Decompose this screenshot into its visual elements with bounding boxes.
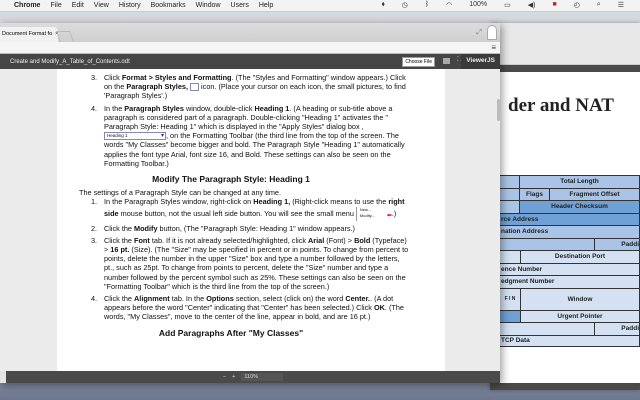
dropbox-icon[interactable]: ⬧ — [382, 1, 385, 9]
cell: Window — [521, 288, 640, 310]
menu-chrome[interactable]: Chrome — [14, 2, 40, 9]
clock-icon[interactable]: ◴ — [574, 1, 580, 9]
tab-document[interactable]: Document Format fo × — [0, 27, 58, 42]
list-item: 4. In the Paragraph Styles window, double… — [91, 104, 411, 168]
tab-bar: Document Format fo × ⤢ — [0, 23, 500, 42]
cell: TCP Data — [500, 335, 640, 346]
menu-help[interactable]: Help — [259, 2, 273, 9]
status-icons: ⬧ ◷ ᛒ ◠ 100% ▭ ◀) ■ ◴ ⌕ ☰ — [382, 1, 634, 9]
zoom-toolbar: − + 110% — [6, 371, 500, 383]
document-page: 3. Click Format > Styles and Formatting. … — [57, 69, 445, 371]
menu-view[interactable]: View — [94, 2, 109, 9]
battery-icon[interactable]: ▭ — [504, 1, 511, 9]
menubar: Chrome File Edit View History Bookmarks … — [0, 0, 640, 12]
list-item: 3. Click Format > Styles and Formatting. … — [91, 73, 406, 101]
new-tab-button[interactable] — [55, 31, 75, 42]
document-title: der and NAT — [508, 95, 614, 116]
paragraph-styles-icon — [190, 83, 200, 92]
time-machine-icon[interactable]: ◷ — [402, 1, 408, 9]
menu-edit[interactable]: Edit — [72, 2, 84, 9]
zoom-select[interactable]: 110% — [241, 373, 284, 381]
cell: Total Length — [520, 176, 640, 188]
cell: Header Checksum — [520, 201, 640, 213]
wifi-icon[interactable]: ◠ — [446, 1, 452, 9]
fullscreen-icon[interactable]: ⤢ — [476, 29, 482, 37]
menu-users[interactable]: Users — [231, 2, 249, 9]
cell: Flags — [520, 188, 550, 200]
cell: Paddi — [595, 238, 640, 250]
background-window-chrome — [490, 23, 640, 65]
profile-avatar[interactable] — [487, 25, 497, 40]
zoom-out-button[interactable]: − — [223, 374, 226, 380]
background-bottom-bar — [490, 383, 640, 390]
cell: Destination Port — [521, 251, 640, 263]
cell: rce Address — [500, 213, 640, 225]
list-item: 4. Click the Alignment tab. In the Option… — [91, 294, 404, 322]
presentation-icon[interactable] — [443, 58, 450, 64]
tcp-ip-header-table: Total Length Flags Fragment Offset Header… — [500, 175, 640, 347]
list-item: 2. Click the Modify button, (The "Paragra… — [91, 223, 355, 233]
intro-text: The settings of a Paragraph Style can be… — [79, 188, 282, 198]
spotlight-icon[interactable]: ⌕ — [597, 1, 601, 9]
viewer-toolbar: Create and Modify_A_Table_of_Contents.od… — [0, 54, 500, 69]
cell: edgment Number — [500, 276, 640, 288]
menu-file[interactable]: File — [50, 2, 61, 9]
document-viewport: 3. Click Format > Styles and Formatting. … — [0, 69, 500, 371]
menu-bookmarks[interactable]: Bookmarks — [151, 2, 186, 9]
choose-file-button[interactable]: Choose File — [402, 57, 435, 67]
cell: nation Address — [500, 226, 640, 238]
list-item: 1. In the Paragraph Styles window, right-… — [91, 197, 405, 221]
zoom-in-button[interactable]: + — [232, 374, 235, 380]
document-filename: Create and Modify_A_Table_of_Contents.od… — [10, 58, 130, 65]
list-item: 3. Click the Font tab. If it is not alrea… — [91, 235, 409, 291]
cell: Paddi — [595, 323, 640, 335]
scrollbar[interactable] — [497, 99, 500, 121]
background-toolbar — [490, 65, 640, 72]
cell: F I N — [500, 288, 521, 310]
heading-modify: Modify The Paragraph Style: Heading 1 — [152, 174, 310, 185]
volume-icon[interactable]: ◀) — [528, 1, 536, 9]
red-arrow-icon: ⬅ — [386, 212, 392, 219]
context-menu-image: New... Modify... ⬅ — [355, 206, 392, 221]
notification-center-icon[interactable]: ☰ — [618, 1, 624, 9]
menu-history[interactable]: History — [119, 2, 141, 9]
tab-title: Document Format fo — [2, 31, 53, 37]
cell: ence Number — [500, 263, 640, 275]
flag-icon[interactable]: ■ — [552, 1, 556, 9]
battery-percent[interactable]: 100% — [469, 1, 487, 9]
heading-add-paragraphs: Add Paragraphs After "My Classes" — [158, 327, 304, 338]
apply-styles-dropdown-image: Heading 1 — [104, 132, 166, 141]
cell: Fragment Offset — [550, 188, 640, 200]
viewerjs-logo[interactable]: ViewerJS — [461, 54, 500, 69]
background-window: der and NAT Total Length Flags Fragment O… — [490, 23, 640, 390]
address-bar[interactable]: ≡ — [0, 42, 500, 54]
bluetooth-icon[interactable]: ᛒ — [425, 1, 429, 9]
menu-window[interactable]: Window — [196, 2, 221, 9]
cell: Urgent Pointer — [521, 310, 640, 322]
chrome-menu-icon[interactable]: ≡ — [491, 43, 496, 52]
chrome-window: Document Format fo × ⤢ ≡ Create and Modif… — [0, 23, 500, 383]
